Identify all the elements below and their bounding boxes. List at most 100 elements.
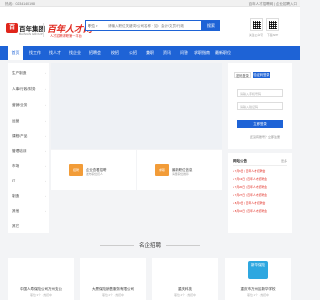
qr-label-wechat: 关注公众号 (249, 33, 263, 37)
news-panel: 网站公告 更多 • 7月6日 | 百年人才招聘会 • 7月13日 | 百年人才招… (228, 153, 292, 233)
category-item[interactable]: 市场 (12, 164, 19, 169)
login-panel: 密码登录 验证码登录 请输入手机号码 请输入验证码 立即登录 还没有账号？立即注… (228, 63, 292, 149)
news-item[interactable]: • 7月13日 | 百年人才招聘会 (233, 177, 267, 181)
chevron-right-icon: › (45, 119, 46, 123)
login-button[interactable]: 立即登录 (237, 120, 283, 128)
company-name: 中国人寿保险公司万州支公 (20, 287, 62, 291)
news-item-text: 7月20日 | 百年人才招聘会 (234, 185, 267, 189)
news-item-text: 7月6日 | 百年人才招聘会 (234, 169, 266, 173)
category-item[interactable]: 课程/产品 (12, 134, 27, 139)
logo-subtitle: BAINIAN GROUP (19, 32, 43, 36)
company-jobs: 职位 4个 · 热招中 (174, 293, 196, 297)
nav-item-home[interactable]: 首页 (8, 46, 23, 60)
news-item[interactable]: • 8月3日 | 百年人才招聘会 (233, 201, 265, 205)
category-item[interactable]: IT (12, 179, 15, 183)
nav-item-parttime[interactable]: 兼职 (143, 46, 157, 60)
section-title-famous-companies: 名企招聘 (138, 243, 161, 249)
search-type-label: 职位 (88, 24, 95, 28)
jobseek-icon: 求职 (155, 164, 169, 176)
news-item-text: 7月27日 | 百年人才招聘会 (234, 193, 267, 197)
nav-item-latest-jobs[interactable]: 最新职位 (214, 46, 232, 60)
logo-divider (43, 23, 44, 37)
chevron-right-icon: › (45, 209, 46, 213)
news-title: 网站公告 (233, 159, 247, 163)
top-bar-links[interactable]: 百年人才招聘网 | 企业招聘入口 (249, 2, 297, 7)
nav-item-campus[interactable]: 校招 (108, 46, 122, 60)
qr-code-app (266, 18, 279, 31)
nav-item-job-fair[interactable]: 招聘会 (86, 46, 104, 60)
main-nav: 首页 找工作 找人才 找企业 招聘会 校招 公招 兼职 资讯 问答 求职指南 最… (0, 46, 300, 60)
header: 百 百年集团 BAINIAN GROUP 百年人才网 人才招聘求职第一平台 职位… (0, 7, 300, 46)
news-item[interactable]: • 8月10日 | 百年人才招聘会 (233, 209, 267, 213)
news-item-text: 7月13日 | 百年人才招聘会 (234, 177, 267, 181)
code-field[interactable]: 请输入验证码 (237, 102, 283, 110)
chevron-right-icon: › (45, 164, 46, 168)
feature-subtitle: 发布职位招人 (86, 172, 103, 176)
feature-subtitle: 海量职位推荐 (172, 172, 189, 176)
top-bar: 热线：0234140198 百年人才招聘网 | 企业招聘入口 (0, 0, 300, 7)
chevron-down-icon: ▾ (95, 24, 98, 28)
chevron-right-icon: › (45, 149, 46, 153)
company-jobs: 职位 2个 · 热招中 (102, 293, 124, 297)
search-input[interactable] (108, 21, 193, 30)
news-item[interactable]: • 7月20日 | 百年人才招聘会 (233, 185, 267, 189)
register-link[interactable]: 还没有账号？立即注册 (250, 135, 280, 139)
category-item[interactable]: 其他 (12, 209, 19, 214)
news-item[interactable]: • 7月27日 | 百年人才招聘会 (233, 193, 267, 197)
company-jobs: 职位 1个 · 热招中 (247, 293, 269, 297)
feature-card-jobs[interactable]: 求职 最新职位信息 海量职位推荐 (137, 150, 222, 190)
hotline-text: 热线：0234140198 (5, 1, 35, 6)
tab-password-login[interactable]: 密码登录 (234, 72, 251, 78)
company-card[interactable]: 新华保险 重庆市万州区新华学校 职位 1个 · 热招中 (225, 258, 291, 300)
nav-item-qa[interactable]: 问答 (177, 46, 191, 60)
chevron-right-icon: › (45, 103, 46, 107)
category-item[interactable]: 营销/业务 (12, 103, 27, 108)
news-item[interactable]: • 7月6日 | 百年人才招聘会 (233, 169, 265, 173)
qr-label-app: 下载APP (267, 33, 279, 37)
category-item[interactable]: 制造 (12, 194, 19, 199)
company-jobs: 职位 3个 · 热招中 (30, 293, 52, 297)
company-row: 中国人寿保险公司万州支公 职位 3个 · 热招中 大厦保险销售服务有限公司 职位… (8, 258, 292, 300)
search-button[interactable]: 搜索 (202, 20, 220, 31)
feature-row: 招聘 企业查看招聘 发布职位招人 求职 最新职位信息 海量职位推荐 (51, 150, 222, 190)
recruit-icon: 招聘 (69, 164, 83, 176)
brand-slogan: 人才招聘求职第一平台 (50, 34, 82, 38)
company-name: 重庆科技 (178, 287, 192, 291)
phone-field[interactable]: 请输入手机号码 (237, 89, 283, 97)
qr-code-wechat (250, 18, 263, 31)
category-item[interactable]: 运营 (12, 119, 19, 124)
logo-mark[interactable]: 百 (6, 23, 18, 33)
qr-codes: 关注公众号 下载APP (242, 18, 284, 49)
category-item[interactable]: 人事/行政/财务 (12, 87, 36, 92)
news-item-text: 8月10日 | 百年人才招聘会 (234, 209, 267, 213)
nav-item-find-job[interactable]: 找工作 (26, 46, 44, 60)
search-box: 职位 ▾ (85, 20, 202, 31)
chevron-right-icon: › (45, 179, 46, 183)
chevron-right-icon: › (45, 134, 46, 138)
category-sidebar: 生产制造 › 人事/行政/财务 › 营销/业务 › 运营 › 课程/产品 › 管… (8, 63, 49, 233)
company-card[interactable]: 重庆科技 职位 4个 · 热招中 (152, 258, 218, 300)
news-more-link[interactable]: 更多 (281, 159, 287, 163)
search-type-select[interactable]: 职位 ▾ (88, 24, 98, 29)
nav-item-find-talent[interactable]: 找人才 (46, 46, 64, 60)
chevron-right-icon: › (45, 87, 46, 91)
news-item-text: 8月3日 | 百年人才招聘会 (234, 201, 266, 205)
nav-item-public[interactable]: 公招 (126, 46, 140, 60)
chevron-right-icon: › (45, 71, 46, 75)
company-name: 重庆市万州区新华学校 (240, 287, 276, 291)
nav-item-find-company[interactable]: 找企业 (66, 46, 84, 60)
feature-card-recruit[interactable]: 招聘 企业查看招聘 发布职位招人 (51, 150, 136, 190)
company-name: 大厦保险销售服务有限公司 (92, 287, 134, 291)
tab-code-login[interactable]: 验证码登录 (253, 72, 270, 78)
company-logo: 新华保险 (248, 261, 268, 279)
category-item[interactable]: 管理培训 (12, 149, 26, 154)
nav-item-guide[interactable]: 求职指南 (193, 46, 211, 60)
company-card[interactable]: 大厦保险销售服务有限公司 职位 2个 · 热招中 (80, 258, 146, 300)
banner-area[interactable] (51, 63, 222, 149)
chevron-right-icon: › (45, 194, 46, 198)
nav-item-news[interactable]: 资讯 (160, 46, 174, 60)
section-divider-right (166, 245, 200, 246)
company-card[interactable]: 中国人寿保险公司万州支公 职位 3个 · 热招中 (8, 258, 74, 300)
category-item[interactable]: 生产制造 (12, 71, 26, 76)
category-item[interactable]: 其它 (12, 224, 19, 229)
